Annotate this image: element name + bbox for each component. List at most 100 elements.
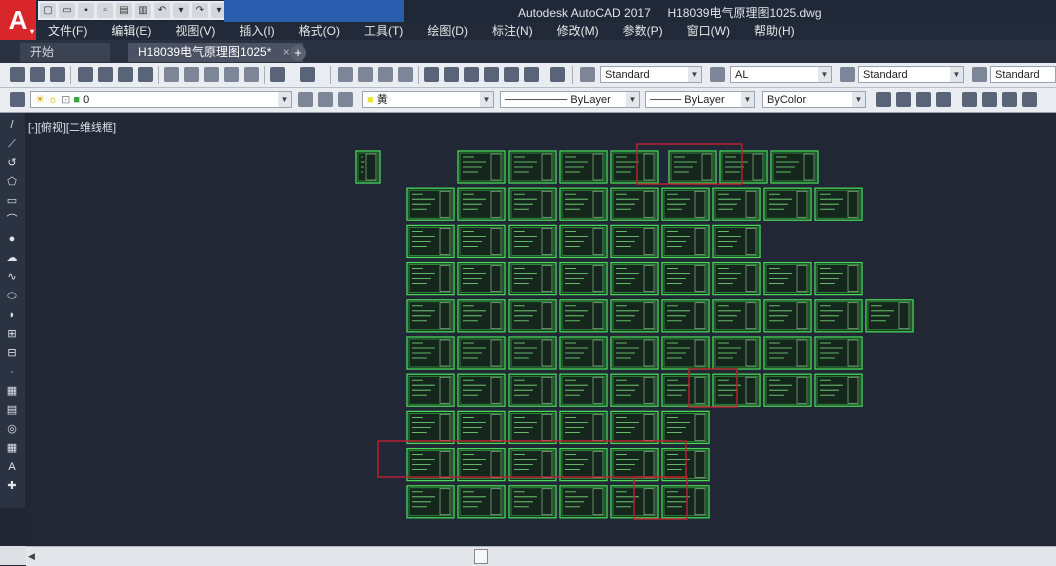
properties-icon[interactable] [424,67,439,82]
pan-icon[interactable] [338,67,353,82]
revcloud-icon[interactable]: ☁ [5,252,19,265]
menu-item[interactable]: 视图(V) [163,22,227,40]
dim-ordinate-icon[interactable] [936,92,951,107]
lineweight-select[interactable]: ──── ByLayer ▼ [645,91,755,108]
plot-icon[interactable] [78,67,93,82]
drawing-sheet[interactable] [508,410,557,445]
arc-icon[interactable]: ↺ [5,157,19,170]
undo-icon[interactable] [270,67,285,82]
drawing-sheet[interactable] [457,447,506,482]
zoom-previous-icon[interactable] [398,67,413,82]
drawing-sheet[interactable] [406,410,455,445]
drawing-sheet[interactable] [457,150,506,184]
drawing-sheet[interactable] [406,261,455,296]
polyline-icon[interactable]: ⟋ [5,138,19,151]
drawing-sheet[interactable] [559,336,608,370]
table-icon[interactable]: ▦ [5,442,19,455]
open-file-icon[interactable]: ▭ [59,3,75,18]
design-center-icon[interactable] [444,67,459,82]
drawing-sheet[interactable] [661,261,710,296]
drawing-canvas[interactable]: [-][俯视][二维线框] [26,113,1056,545]
drawing-sheet[interactable] [355,150,381,184]
drawing-sheet[interactable] [814,261,863,296]
drawing-sheet[interactable] [668,150,717,184]
color-select[interactable]: ■ 黄 ▼ [362,91,494,108]
drawing-sheet[interactable] [406,485,455,519]
save-icon[interactable] [50,67,65,82]
insert-block-icon[interactable]: ⊞ [5,328,19,341]
drawing-sheet[interactable] [763,261,812,296]
drawing-sheet[interactable] [712,261,761,296]
mtext-icon[interactable]: A [5,461,19,474]
undo-dropdown-icon[interactable]: ▾ [173,3,189,18]
paste-icon[interactable] [204,67,219,82]
dim-arc-icon[interactable] [916,92,931,107]
copy-icon[interactable] [184,67,199,82]
make-block-icon[interactable]: ⊟ [5,347,19,360]
drawing-sheet[interactable] [763,373,812,407]
drawing-sheet[interactable] [763,299,812,333]
drawing-sheet[interactable] [457,299,506,333]
drawing-sheet[interactable] [814,373,863,407]
dim-radius-icon[interactable] [962,92,977,107]
drawing-sheet[interactable] [559,150,608,184]
ellipse-arc-icon[interactable]: ◗ [5,309,19,322]
circle-icon[interactable]: ● [5,233,19,246]
match-properties-icon[interactable] [224,67,239,82]
calculator-icon[interactable] [524,67,539,82]
linetype-select[interactable]: ──────── ByLayer ▼ [500,91,640,108]
table-style-select[interactable]: Standard ▼ [858,66,964,83]
drawing-sheet[interactable] [508,150,557,184]
dim-linear-icon[interactable] [876,92,891,107]
gradient-icon[interactable]: ▤ [5,404,19,417]
scroll-left-icon[interactable]: ◀ [28,551,35,562]
new-file-icon[interactable]: ▢ [40,3,56,18]
new-icon[interactable] [10,67,25,82]
dim-style-icon[interactable] [710,67,725,82]
print-icon[interactable]: ▥ [135,3,151,18]
drawing-sheet[interactable] [610,261,659,296]
dim-style-select[interactable]: AL ▼ [730,66,832,83]
tab-document[interactable]: H18039电气原理图1025* × [128,43,303,62]
block-editor-icon[interactable] [244,67,259,82]
menu-item[interactable]: 编辑(E) [99,22,163,40]
drawing-sheet[interactable] [457,187,506,221]
drawing-sheet[interactable] [814,299,863,333]
drawing-sheet[interactable] [661,224,710,259]
drawing-sheet[interactable] [610,224,659,259]
drawing-sheet[interactable] [457,485,506,519]
drawing-sheet[interactable] [508,336,557,370]
menu-item[interactable]: 插入(I) [227,22,286,40]
plotstyle-select[interactable]: ByColor ▼ [762,91,866,108]
drawing-sheet[interactable] [406,373,455,407]
drawing-sheet[interactable] [508,447,557,482]
layer-previous-icon[interactable] [318,92,333,107]
layer-properties-icon[interactable] [10,92,25,107]
new-tab-button[interactable]: + [290,45,306,61]
drawing-sheet[interactable] [712,224,761,259]
tab-start[interactable]: 开始 [20,43,110,62]
multileader-style-select[interactable]: Standard [990,66,1056,83]
drawing-sheet[interactable] [508,261,557,296]
drawing-sheet[interactable] [457,373,506,407]
drawing-sheet[interactable] [814,336,863,370]
scrollbar-thumb[interactable] [474,549,488,564]
dim-jogged-icon[interactable] [982,92,997,107]
zoom-window-icon[interactable] [378,67,393,82]
line-icon[interactable]: / [5,119,19,132]
drawing-sheet[interactable] [406,447,455,482]
dim-diameter-icon[interactable] [1002,92,1017,107]
drawing-sheet[interactable] [661,336,710,370]
drawing-sheet[interactable] [610,447,659,482]
drawing-sheet[interactable] [719,150,768,184]
region-icon[interactable]: ◎ [5,423,19,436]
drawing-sheet[interactable] [814,187,863,221]
layer-select[interactable]: ☀ ☼ ⊡ ■ 0 ▼ [30,91,292,108]
add-selected-icon[interactable]: ✚ [5,480,19,493]
drawing-sheet[interactable] [559,410,608,445]
drawing-sheet[interactable] [559,224,608,259]
drawing-sheet[interactable] [559,261,608,296]
help-icon[interactable] [550,67,565,82]
drawing-sheet[interactable] [457,224,506,259]
dim-aligned-icon[interactable] [896,92,911,107]
